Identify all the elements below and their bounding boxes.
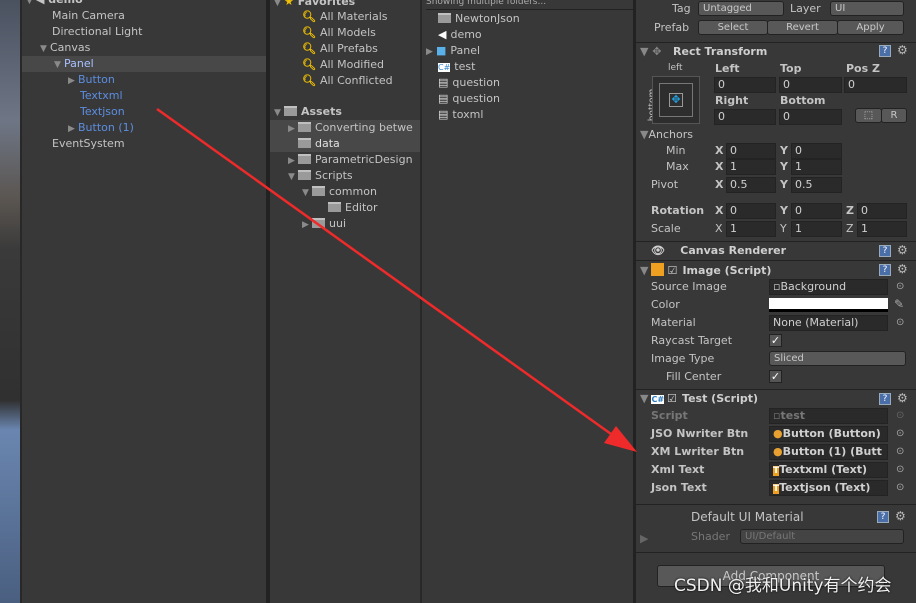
red-annotation-arrow	[156, 107, 637, 452]
watermark: CSDN @我和Unity有个约会	[674, 576, 892, 596]
arrow-head	[604, 426, 637, 452]
arrow-shaft	[156, 107, 626, 446]
